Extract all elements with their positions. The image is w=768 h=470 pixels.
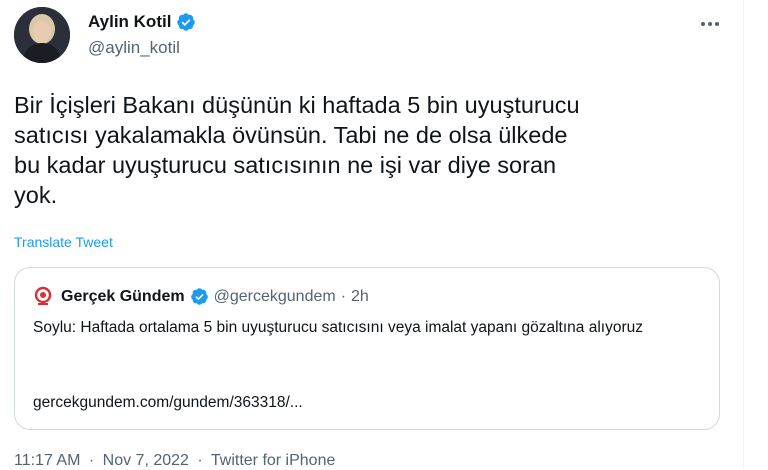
more-options-button[interactable] [698,12,722,36]
avatar[interactable] [14,7,70,63]
translate-tweet-link[interactable]: Translate Tweet [14,234,113,250]
avatar-image [14,7,70,63]
verified-badge-icon [190,288,208,305]
quote-author-name[interactable]: Gerçek Gündem [61,288,185,306]
quote-timestamp[interactable]: 2h [351,288,369,306]
tweet-date[interactable]: Nov 7, 2022 [103,452,189,469]
meta-separator: · [88,452,95,469]
quote-author-handle[interactable]: @gercekgundem [214,288,336,306]
quote-link[interactable]: gercekgundem.com/gundem/363318/... [33,394,303,412]
tweet-text: Bir İçişleri Bakanı düşünün ki haftada 5… [14,92,580,208]
tweet-source[interactable]: Twitter for iPhone [211,452,336,469]
meta-separator: · [197,452,203,469]
author-handle[interactable]: @aylin_kotil [88,38,180,58]
quote-text: Soylu: Haftada ortalama 5 bin uyuşturucu… [33,319,643,336]
more-options-icon [701,22,719,26]
quoted-tweet-card[interactable]: Gerçek Gündem @gercekgundem · 2h Soylu: … [14,267,720,430]
quote-separator: · [340,287,347,305]
verified-badge-icon [177,13,196,31]
author-name[interactable]: Aylin Kotil [88,12,196,32]
author-name-text: Aylin Kotil [88,12,172,31]
tweet-time[interactable]: 11:17 AM [14,452,80,469]
column-divider [743,0,744,468]
gercek-gundem-logo-icon [34,286,52,305]
quote-header: Gerçek Gündem @gercekgundem · 2h [61,287,369,306]
tweet-meta: 11:17 AM · Nov 7, 2022 · Twitter for iPh… [14,452,339,470]
